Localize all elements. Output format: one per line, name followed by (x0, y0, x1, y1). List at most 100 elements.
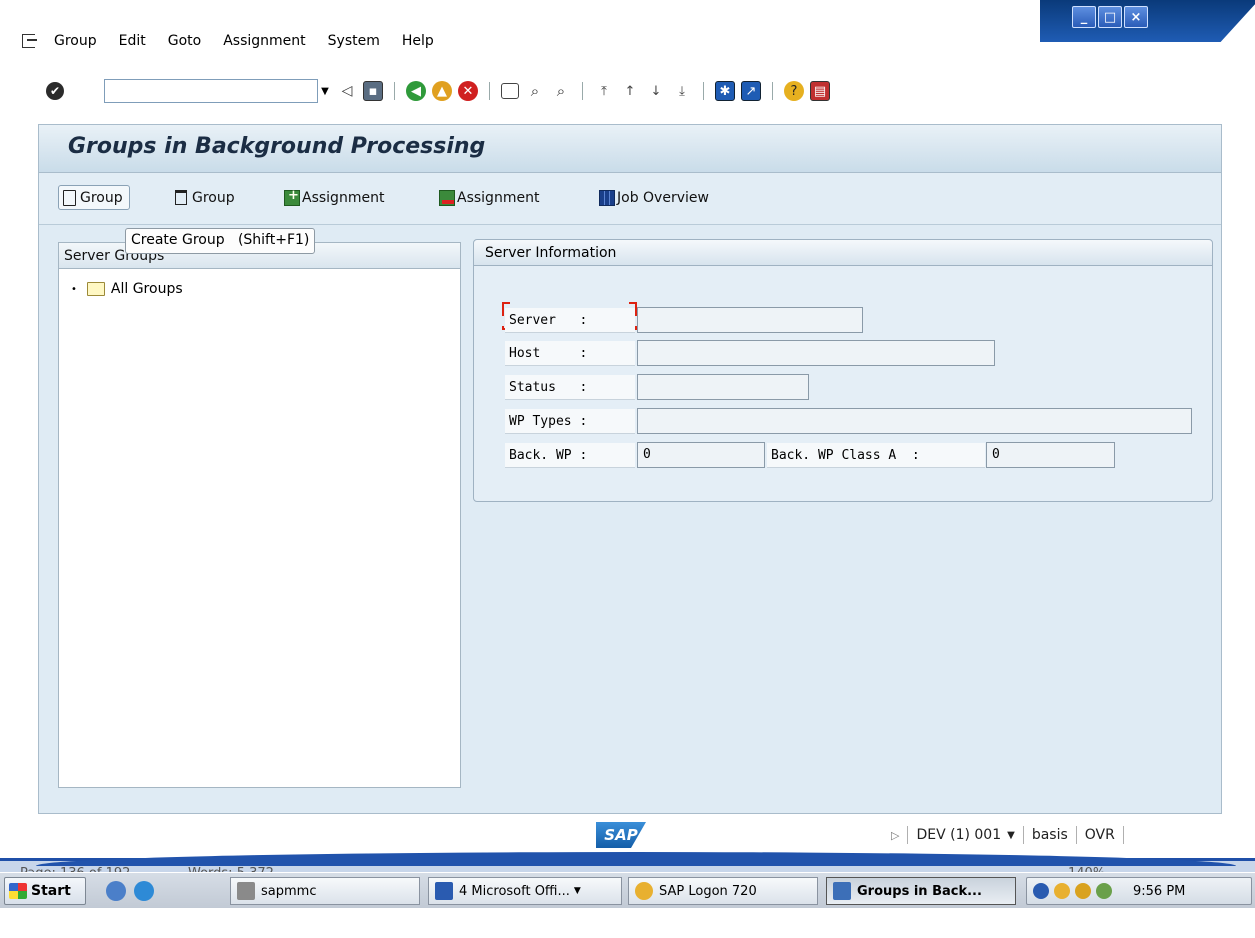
back-icon[interactable]: ◀ (406, 81, 426, 101)
server-field[interactable] (637, 307, 863, 333)
system-dropdown-icon[interactable]: ▼ (1007, 830, 1015, 841)
menu-help[interactable]: Help (402, 33, 434, 49)
insert-mode[interactable]: OVR (1085, 827, 1115, 843)
job-overview-button[interactable]: Job Overview (599, 185, 709, 210)
server-information-title: Server Information (474, 240, 1212, 266)
delete-group-button[interactable]: Group (175, 185, 235, 210)
minimize-button[interactable]: _ (1072, 6, 1096, 28)
system-client: DEV (1) 001 (916, 827, 1002, 843)
taskbar: Start sapmmc 4 Microsoft Offi... ▼ SAP L… (0, 872, 1255, 908)
status-separator (907, 826, 909, 844)
toolbar-separator (703, 82, 704, 100)
sap-window-icon (833, 882, 851, 900)
create-group-button[interactable]: Group (58, 185, 130, 210)
status-separator (1122, 826, 1124, 844)
server-groups-tree: Server Groups • All Groups (58, 242, 461, 788)
internet-explorer-icon[interactable] (134, 881, 154, 901)
save-icon[interactable]: ▪ (363, 81, 383, 101)
last-page-icon[interactable]: ⤓ (672, 81, 692, 101)
next-page-icon[interactable]: ↓ (646, 81, 666, 101)
menu-bar: Group Edit Goto Assignment System Help (22, 30, 456, 52)
start-label: Start (31, 883, 71, 899)
word-icon (435, 882, 453, 900)
system-menu-icon[interactable] (22, 34, 40, 48)
sapmmc-icon (237, 882, 255, 900)
back-wp-field[interactable]: 0 (637, 442, 765, 468)
back-arrow-icon[interactable]: ◁ (337, 81, 357, 101)
server-information-panel: Server Information Server : Host : Statu… (473, 239, 1213, 502)
maximize-button[interactable]: □ (1098, 6, 1122, 28)
taskbar-item-label: sapmmc (261, 883, 317, 899)
help-tray-icon[interactable] (1033, 883, 1049, 899)
shortcut-icon[interactable]: ↗ (741, 81, 761, 101)
status-field[interactable] (637, 374, 809, 400)
delete-assignment-button[interactable]: Assignment (439, 185, 539, 210)
close-button[interactable]: × (1124, 6, 1148, 28)
job-overview-label: Job Overview (617, 189, 709, 206)
system-info: ▷ DEV (1) 001 ▼ basis OVR (891, 826, 1132, 844)
taskbar-item-sap-logon[interactable]: SAP Logon 720 (628, 877, 818, 905)
menu-goto[interactable]: Goto (168, 33, 201, 49)
first-page-icon[interactable]: ⤒ (594, 81, 614, 101)
group-dropdown-icon: ▼ (573, 886, 581, 896)
back-wp-label: Back. WP : (505, 443, 635, 468)
previous-page-icon[interactable]: ↑ (620, 81, 640, 101)
quicklaunch-desktop-icon[interactable] (106, 881, 126, 901)
menu-system[interactable]: System (328, 33, 380, 49)
tree-node-label: All Groups (110, 281, 183, 297)
taskbar-item-label: Groups in Back... (857, 883, 982, 899)
tree-node-all-groups[interactable]: • All Groups (71, 281, 183, 297)
help-icon[interactable]: ? (784, 81, 804, 101)
wp-types-field[interactable] (637, 408, 1192, 434)
toolbar-separator (582, 82, 583, 100)
menu-edit[interactable]: Edit (119, 33, 146, 49)
delete-group-label: Group (192, 189, 235, 206)
taskbar-item-groups-background[interactable]: Groups in Back... (826, 877, 1016, 905)
status-separator (1022, 826, 1024, 844)
tree-bullet-icon: • (71, 283, 77, 295)
taskbar-item-label: SAP Logon 720 (659, 883, 757, 899)
menu-group[interactable]: Group (54, 33, 97, 49)
delete-assignment-label: Assignment (457, 189, 540, 206)
host-field[interactable] (637, 340, 995, 366)
cancel-icon[interactable]: ✕ (458, 81, 478, 101)
server-label: Server : (505, 308, 635, 333)
expand-status-icon[interactable]: ▷ (891, 829, 899, 842)
command-field[interactable] (104, 79, 318, 103)
window-controls: _ □ × (1072, 6, 1148, 28)
find-icon[interactable]: ⌕ (525, 81, 545, 101)
add-assignment-icon (284, 188, 300, 206)
wp-types-label: WP Types : (505, 409, 635, 434)
windows-logo-icon (9, 883, 27, 899)
user-name: basis (1031, 827, 1068, 843)
new-document-icon (63, 189, 76, 206)
start-button[interactable]: Start (4, 877, 86, 905)
create-session-icon[interactable]: ✱ (715, 81, 735, 101)
taskbar-item-microsoft-office[interactable]: 4 Microsoft Offi... ▼ (428, 877, 622, 905)
find-next-icon[interactable]: ⌕ (551, 81, 571, 101)
command-field-dropdown-icon[interactable]: ▼ (316, 79, 334, 103)
create-group-tooltip: Create Group (Shift+F1) (125, 228, 316, 254)
toolbar-separator (772, 82, 773, 100)
system-tray: 9:56 PM (1026, 877, 1252, 905)
exit-icon[interactable]: ▲ (432, 81, 452, 101)
sap-gui-window: _ □ × Group Edit Goto Assignment System … (0, 0, 1255, 872)
menu-assignment[interactable]: Assignment (223, 33, 305, 49)
application-toolbar: Group Group Assignment Assignment Job Ov… (39, 173, 1221, 225)
add-assignment-button[interactable]: Assignment (284, 185, 384, 210)
print-icon[interactable] (501, 83, 519, 99)
back-wp-class-a-field[interactable]: 0 (986, 442, 1115, 468)
taskbar-item-label: 4 Microsoft Offi... (459, 883, 570, 899)
screen-bottom-margin (0, 908, 1255, 938)
sap-tray-icon[interactable] (1054, 883, 1070, 899)
sap-logo: SAP (596, 822, 646, 848)
taskbar-item-sapmmc[interactable]: sapmmc (230, 877, 420, 905)
security-shield-icon[interactable] (1075, 883, 1091, 899)
delete-assignment-icon (439, 189, 455, 206)
enter-check-icon[interactable]: ✔ (46, 82, 64, 100)
folder-icon (86, 282, 105, 296)
taskbar-clock: 9:56 PM (1133, 883, 1186, 899)
customize-layout-icon[interactable]: ▤ (810, 81, 830, 101)
network-icon[interactable] (1096, 883, 1112, 899)
trash-icon (175, 190, 187, 205)
